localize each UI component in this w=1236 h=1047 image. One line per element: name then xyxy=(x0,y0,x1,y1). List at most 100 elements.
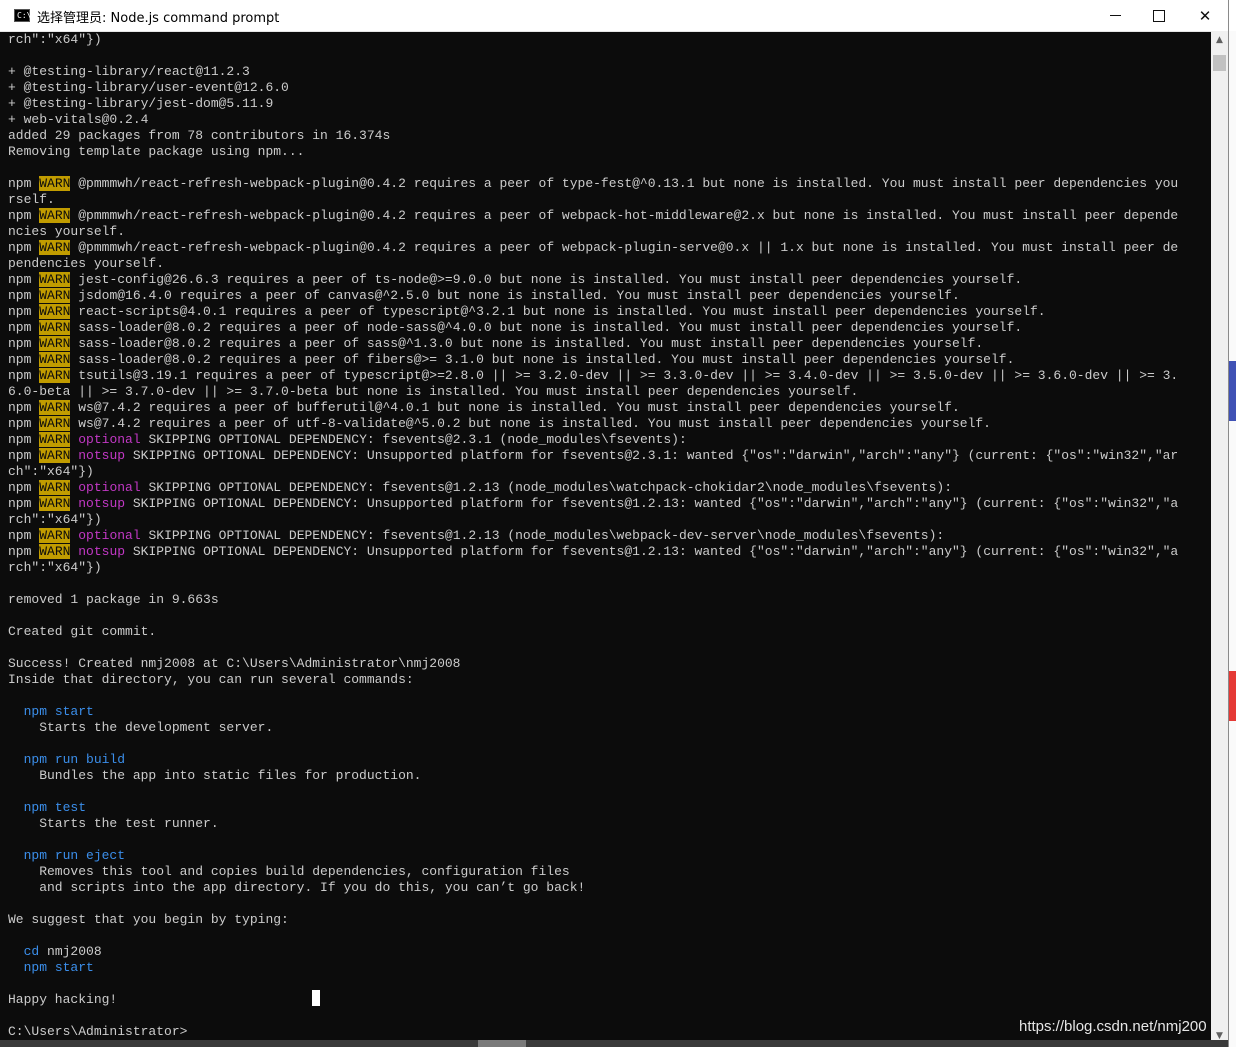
horizontal-scrollbar[interactable] xyxy=(0,1040,1228,1047)
minimize-button[interactable] xyxy=(1092,0,1138,31)
console-line: npm WARN @pmmmwh/react-refresh-webpack-p… xyxy=(8,176,1212,192)
warn-tag: WARN xyxy=(39,400,71,415)
background-window-edge xyxy=(1229,31,1236,1047)
console-text: npm xyxy=(8,208,40,223)
scroll-thumb[interactable] xyxy=(1213,55,1226,71)
console-output[interactable]: rch":"x64"}) + @testing-library/react@11.… xyxy=(8,32,1212,1044)
console-line: removed 1 package in 9.663s xyxy=(8,592,1212,608)
console-line: Bundles the app into static files for pr… xyxy=(8,768,1212,784)
console-text: SKIPPING OPTIONAL DEPENDENCY: fsevents@1… xyxy=(140,528,945,543)
warn-tag: WARN xyxy=(39,176,71,191)
watermark: https://blog.csdn.net/nmj200 xyxy=(1019,1018,1207,1035)
console-text: + @testing-library/user-event@12.6.0 xyxy=(8,80,289,95)
console-text: + web-vitals@0.2.4 xyxy=(8,112,149,127)
warn-tag: WARN xyxy=(39,336,71,351)
console-line: npm WARN @pmmmwh/react-refresh-webpack-p… xyxy=(8,208,1212,224)
console-text: SKIPPING OPTIONAL DEPENDENCY: Unsupporte… xyxy=(125,496,1179,511)
console-text: Inside that directory, you can run sever… xyxy=(8,672,414,687)
console-text: removed 1 package in 9.663s xyxy=(8,592,219,607)
console-text: npm xyxy=(8,304,40,319)
console-line: Inside that directory, you can run sever… xyxy=(8,672,1212,688)
console-text: npm xyxy=(8,240,40,255)
console-line: rch":"x64"}) xyxy=(8,560,1212,576)
console-text: rself. xyxy=(8,192,55,207)
console-line: Success! Created nmj2008 at C:\Users\Adm… xyxy=(8,656,1212,672)
console-text: SKIPPING OPTIONAL DEPENDENCY: Unsupporte… xyxy=(125,448,1179,463)
console-text: 6.0-beta || >= 3.7.0-dev || >= 3.7.0-bet… xyxy=(8,384,859,399)
console-text: Starts the test runner. xyxy=(8,816,219,831)
console-line: cd nmj2008 xyxy=(8,944,1212,960)
console-line: rch":"x64"}) xyxy=(8,512,1212,528)
console-text: @pmmmwh/react-refresh-webpack-plugin@0.4… xyxy=(70,208,1179,223)
maximize-icon xyxy=(1153,9,1165,22)
scroll-up-icon[interactable]: ▲ xyxy=(1211,31,1228,48)
console-text: and scripts into the app directory. If y… xyxy=(8,880,586,895)
command-text: npm start xyxy=(23,704,94,719)
console-line: npm WARN ws@7.4.2 requires a peer of buf… xyxy=(8,400,1212,416)
console-text: npm xyxy=(8,272,40,287)
maximize-button[interactable] xyxy=(1136,0,1182,31)
console-text: ncies yourself. xyxy=(8,224,126,239)
notsup-tag: notsup xyxy=(78,448,126,463)
console-line: npm WARN notsup SKIPPING OPTIONAL DEPEND… xyxy=(8,496,1212,512)
console-line: npm WARN tsutils@3.19.1 requires a peer … xyxy=(8,368,1212,384)
console-text: ws@7.4.2 requires a peer of bufferutil@^… xyxy=(70,400,960,415)
horizontal-scroll-thumb[interactable] xyxy=(478,1040,526,1047)
console-text: @pmmmwh/react-refresh-webpack-plugin@0.4… xyxy=(70,176,1179,191)
console-line: rch":"x64"}) xyxy=(8,32,1212,48)
command-text: npm run build xyxy=(23,752,126,767)
console-text: pendencies yourself. xyxy=(8,256,165,271)
warn-tag: WARN xyxy=(39,320,71,335)
console-text: npm xyxy=(8,352,40,367)
console-line: rself. xyxy=(8,192,1212,208)
console-line: npm start xyxy=(8,704,1212,720)
console-text: nmj2008 xyxy=(39,944,102,959)
console-text: npm xyxy=(8,416,40,431)
close-button[interactable]: ✕ xyxy=(1182,0,1228,31)
console-line: ch":"x64"}) xyxy=(8,464,1212,480)
console-text: npm xyxy=(8,448,40,463)
console-text: tsutils@3.19.1 requires a peer of typesc… xyxy=(70,368,1179,383)
console-text: sass-loader@8.0.2 requires a peer of fib… xyxy=(70,352,1015,367)
optional-tag: optional xyxy=(78,528,141,543)
minimize-icon xyxy=(1109,15,1121,16)
console-text: npm xyxy=(8,528,40,543)
console-text: + @testing-library/jest-dom@5.11.9 xyxy=(8,96,274,111)
background-accent xyxy=(1229,671,1236,721)
console-window: C:\ 选择管理员: Node.js command prompt ✕ rch"… xyxy=(0,0,1229,1047)
console-text: Removing template package using npm... xyxy=(8,144,305,159)
notsup-tag: notsup xyxy=(78,544,126,559)
console-text: added 29 packages from 78 contributors i… xyxy=(8,128,391,143)
console-line: Starts the development server. xyxy=(8,720,1212,736)
console-text: rch":"x64"}) xyxy=(8,512,102,527)
vertical-scrollbar[interactable]: ▲ ▼ xyxy=(1211,31,1228,1044)
console-line: Happy hacking! xyxy=(8,992,1212,1008)
optional-tag: optional xyxy=(78,432,141,447)
console-text: Created git commit. xyxy=(8,624,157,639)
console-line: npm WARN optional SKIPPING OPTIONAL DEPE… xyxy=(8,480,1212,496)
warn-tag: WARN xyxy=(39,416,71,431)
title-bar[interactable]: C:\ 选择管理员: Node.js command prompt ✕ xyxy=(0,0,1228,32)
warn-tag: WARN xyxy=(39,208,71,223)
console-line: npm WARN react-scripts@4.0.1 requires a … xyxy=(8,304,1212,320)
warn-tag: WARN xyxy=(39,240,71,255)
console-text: Happy hacking! xyxy=(8,992,118,1007)
text-cursor xyxy=(312,990,320,1006)
console-line: ncies yourself. xyxy=(8,224,1212,240)
console-line: Created git commit. xyxy=(8,624,1212,640)
notsup-tag: notsup xyxy=(78,496,126,511)
console-text: SKIPPING OPTIONAL DEPENDENCY: fsevents@2… xyxy=(140,432,687,447)
command-text: cd xyxy=(23,944,40,959)
console-line: npm WARN sass-loader@8.0.2 requires a pe… xyxy=(8,336,1212,352)
console-text: npm xyxy=(8,480,40,495)
console-text: + @testing-library/react@11.2.3 xyxy=(8,64,250,79)
